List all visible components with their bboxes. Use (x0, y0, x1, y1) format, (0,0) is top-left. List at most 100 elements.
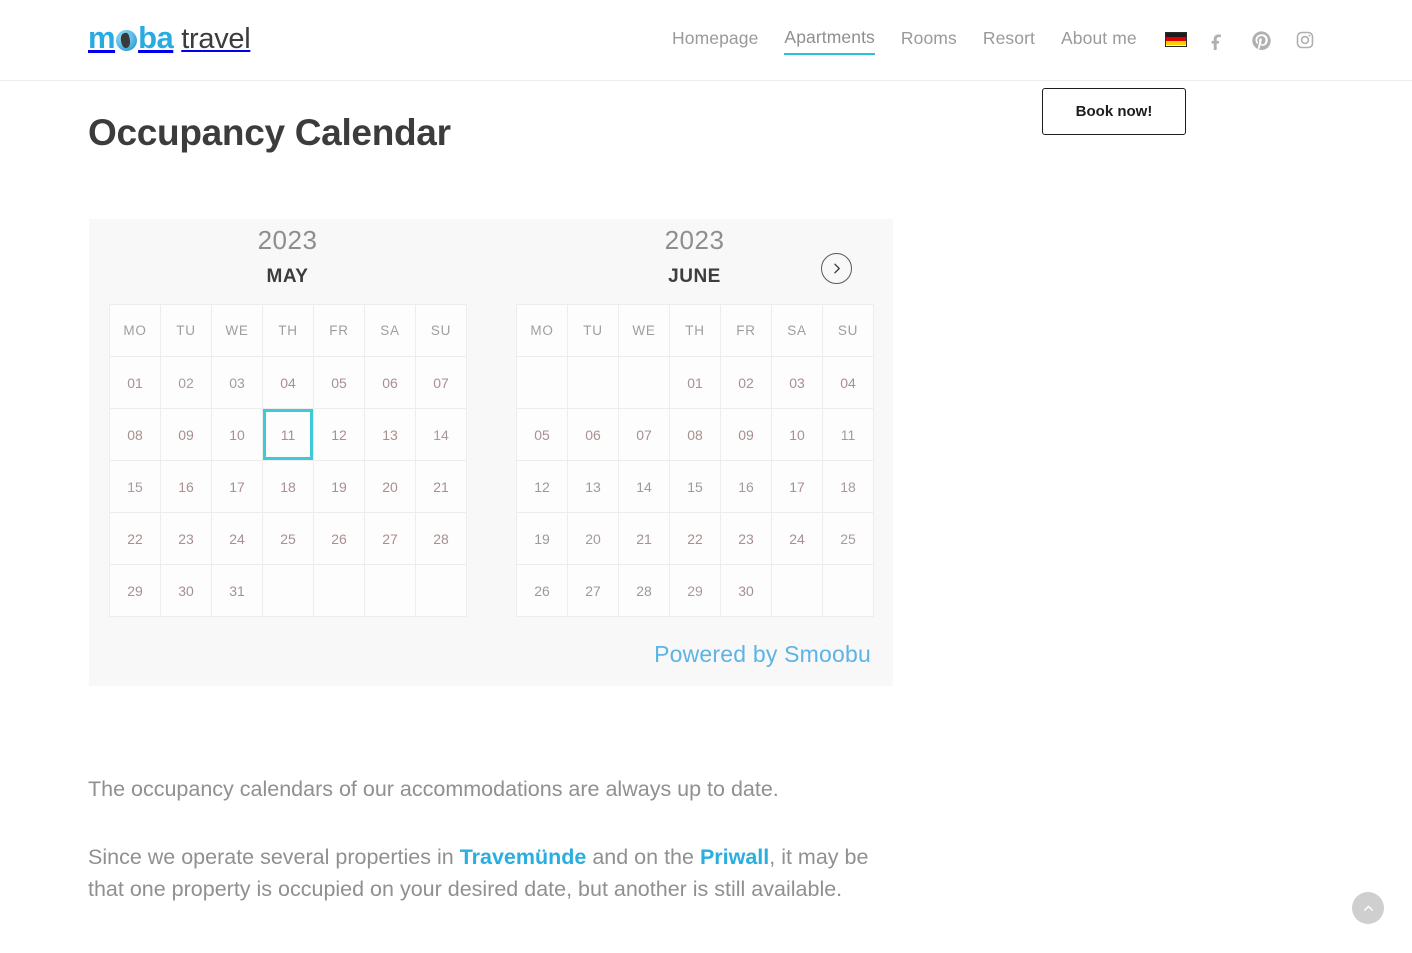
calendar-day-cell[interactable]: 02 (720, 356, 772, 409)
calendar-body-may: 01 02 03 04 05 06 07 08 09 10 11 12 13 14 15 16 17 18 19 20… (109, 356, 467, 617)
calendar-day-cell[interactable]: 06 (364, 356, 416, 409)
calendar-day-number: 14 (636, 478, 652, 495)
calendar-day-cell[interactable]: 08 (109, 408, 161, 461)
page-title: Occupancy Calendar (88, 112, 451, 153)
calendar-day-cell[interactable]: 24 (211, 512, 263, 565)
calendar-day-cell[interactable]: 27 (567, 564, 619, 617)
weekday-th: TH (262, 304, 314, 357)
calendar-day-cell[interactable]: 24 (771, 512, 823, 565)
calendar-day-cell[interactable]: 18 (262, 460, 314, 513)
calendar-day-number: 12 (331, 426, 347, 443)
calendar-body-june: 01 02 03 04 05 06 07 08 09 10 11 12 13 14 15 16 17 18 19 20… (516, 356, 874, 617)
calendar-day-cell[interactable]: 30 (160, 564, 212, 617)
nav-item-resort[interactable]: Resort (983, 28, 1035, 54)
calendar-day-cell[interactable]: 20 (364, 460, 416, 513)
calendar-day-cell[interactable]: 13 (567, 460, 619, 513)
calendar-day-cell[interactable]: 12 (313, 408, 365, 461)
calendar-day-cell[interactable]: 26 (313, 512, 365, 565)
calendar-day-cell[interactable]: 17 (771, 460, 823, 513)
calendar-day-number: 22 (687, 530, 703, 547)
calendar-day-cell[interactable]: 19 (516, 512, 568, 565)
nav-item-rooms[interactable]: Rooms (901, 28, 957, 54)
calendar-day-cell[interactable]: 21 (415, 460, 467, 513)
calendar-day-cell[interactable]: 04 (262, 356, 314, 409)
calendar-day-cell[interactable]: 16 (720, 460, 772, 513)
calendar-day-cell[interactable]: 07 (415, 356, 467, 409)
calendar-day-number: 16 (738, 478, 754, 495)
calendar-day-cell[interactable]: 28 (618, 564, 670, 617)
calendar-day-number: 04 (280, 374, 296, 391)
link-travemuende[interactable]: Travemünde (460, 845, 587, 869)
calendar-day-cell[interactable]: 28 (415, 512, 467, 565)
instagram-icon[interactable] (1294, 29, 1316, 51)
calendar-day-cell[interactable]: 15 (109, 460, 161, 513)
calendar-day-cell[interactable]: 10 (771, 408, 823, 461)
pinterest-icon[interactable] (1250, 29, 1272, 51)
calendar-day-cell[interactable]: 11 (262, 408, 314, 461)
calendar-day-cell[interactable]: 15 (669, 460, 721, 513)
calendar-day-cell[interactable]: 10 (211, 408, 263, 461)
calendar-day-cell[interactable]: 19 (313, 460, 365, 513)
calendar-day-cell[interactable]: 30 (720, 564, 772, 617)
calendar-day-cell[interactable]: 29 (109, 564, 161, 617)
calendar-grid-may: MO TU WE TH FR SA SU 01 02 03 04 05 06 07 08 09 1… (109, 304, 467, 617)
german-flag-icon[interactable] (1164, 31, 1187, 47)
calendar-day-cell[interactable]: 12 (516, 460, 568, 513)
calendar-day-number: 26 (534, 582, 550, 599)
calendar-day-cell[interactable]: 09 (160, 408, 212, 461)
calendar-day-cell[interactable]: 20 (567, 512, 619, 565)
calendar-day-cell[interactable]: 23 (720, 512, 772, 565)
site-logo[interactable]: m ba travel (88, 22, 251, 54)
calendar-day-cell[interactable]: 16 (160, 460, 212, 513)
calendar-day-cell[interactable]: 17 (211, 460, 263, 513)
calendar-day-cell[interactable]: 04 (822, 356, 874, 409)
calendar-day-cell[interactable]: 03 (771, 356, 823, 409)
calendar-day-cell[interactable]: 21 (618, 512, 670, 565)
weekday-mo: MO (516, 304, 568, 357)
calendar-day-cell[interactable]: 14 (618, 460, 670, 513)
calendar-day-number: 14 (433, 426, 449, 443)
calendar-day-cell[interactable]: 25 (262, 512, 314, 565)
powered-by-smoobu-link[interactable]: Powered by Smoobu (654, 641, 871, 668)
calendar-week-row: 19 20 21 22 23 24 25 (516, 512, 874, 565)
calendar-day-number: 13 (382, 426, 398, 443)
calendar-day-cell[interactable]: 05 (313, 356, 365, 409)
calendar-day-number: 10 (229, 426, 245, 443)
calendar-day-cell[interactable]: 29 (669, 564, 721, 617)
calendar-day-cell[interactable]: 23 (160, 512, 212, 565)
nav-item-about-me[interactable]: About me (1061, 28, 1137, 54)
calendar-day-cell[interactable]: 22 (109, 512, 161, 565)
calendar-day-cell[interactable]: 18 (822, 460, 874, 513)
calendar-day-cell[interactable]: 09 (720, 408, 772, 461)
calendar-day-cell[interactable]: 13 (364, 408, 416, 461)
next-month-button[interactable] (821, 253, 852, 284)
calendar-day-cell[interactable]: 14 (415, 408, 467, 461)
weekday-tu: TU (567, 304, 619, 357)
paragraph-1: The occupancy calendars of our accommoda… (88, 777, 779, 801)
link-priwall[interactable]: Priwall (700, 845, 769, 869)
nav-item-apartments[interactable]: Apartments (784, 27, 875, 55)
facebook-icon[interactable] (1206, 29, 1228, 51)
book-now-button[interactable]: Book now! (1042, 88, 1186, 135)
scroll-to-top-button[interactable] (1352, 892, 1384, 924)
calendar-day-cell[interactable]: 26 (516, 564, 568, 617)
calendar-day-cell[interactable]: 08 (669, 408, 721, 461)
calendar-day-cell[interactable]: 05 (516, 408, 568, 461)
calendar-day-cell[interactable]: 02 (160, 356, 212, 409)
calendar-day-cell[interactable]: 06 (567, 408, 619, 461)
calendar-day-cell[interactable]: 03 (211, 356, 263, 409)
calendar-day-cell[interactable]: 01 (669, 356, 721, 409)
calendar-day-cell[interactable]: 07 (618, 408, 670, 461)
calendar-day-number: 24 (229, 530, 245, 547)
calendar-day-cell[interactable]: 25 (822, 512, 874, 565)
calendar-day-number: 25 (280, 530, 296, 547)
calendar-day-cell[interactable]: 27 (364, 512, 416, 565)
calendar-day-cell[interactable]: 22 (669, 512, 721, 565)
calendar-day-cell[interactable]: 01 (109, 356, 161, 409)
month-year-label: 2023 (664, 225, 725, 255)
calendar-day-cell[interactable]: 31 (211, 564, 263, 617)
calendar-day-number: 30 (178, 582, 194, 599)
calendar-day-number: 21 (636, 530, 652, 547)
calendar-day-cell[interactable]: 11 (822, 408, 874, 461)
nav-item-homepage[interactable]: Homepage (672, 28, 758, 54)
